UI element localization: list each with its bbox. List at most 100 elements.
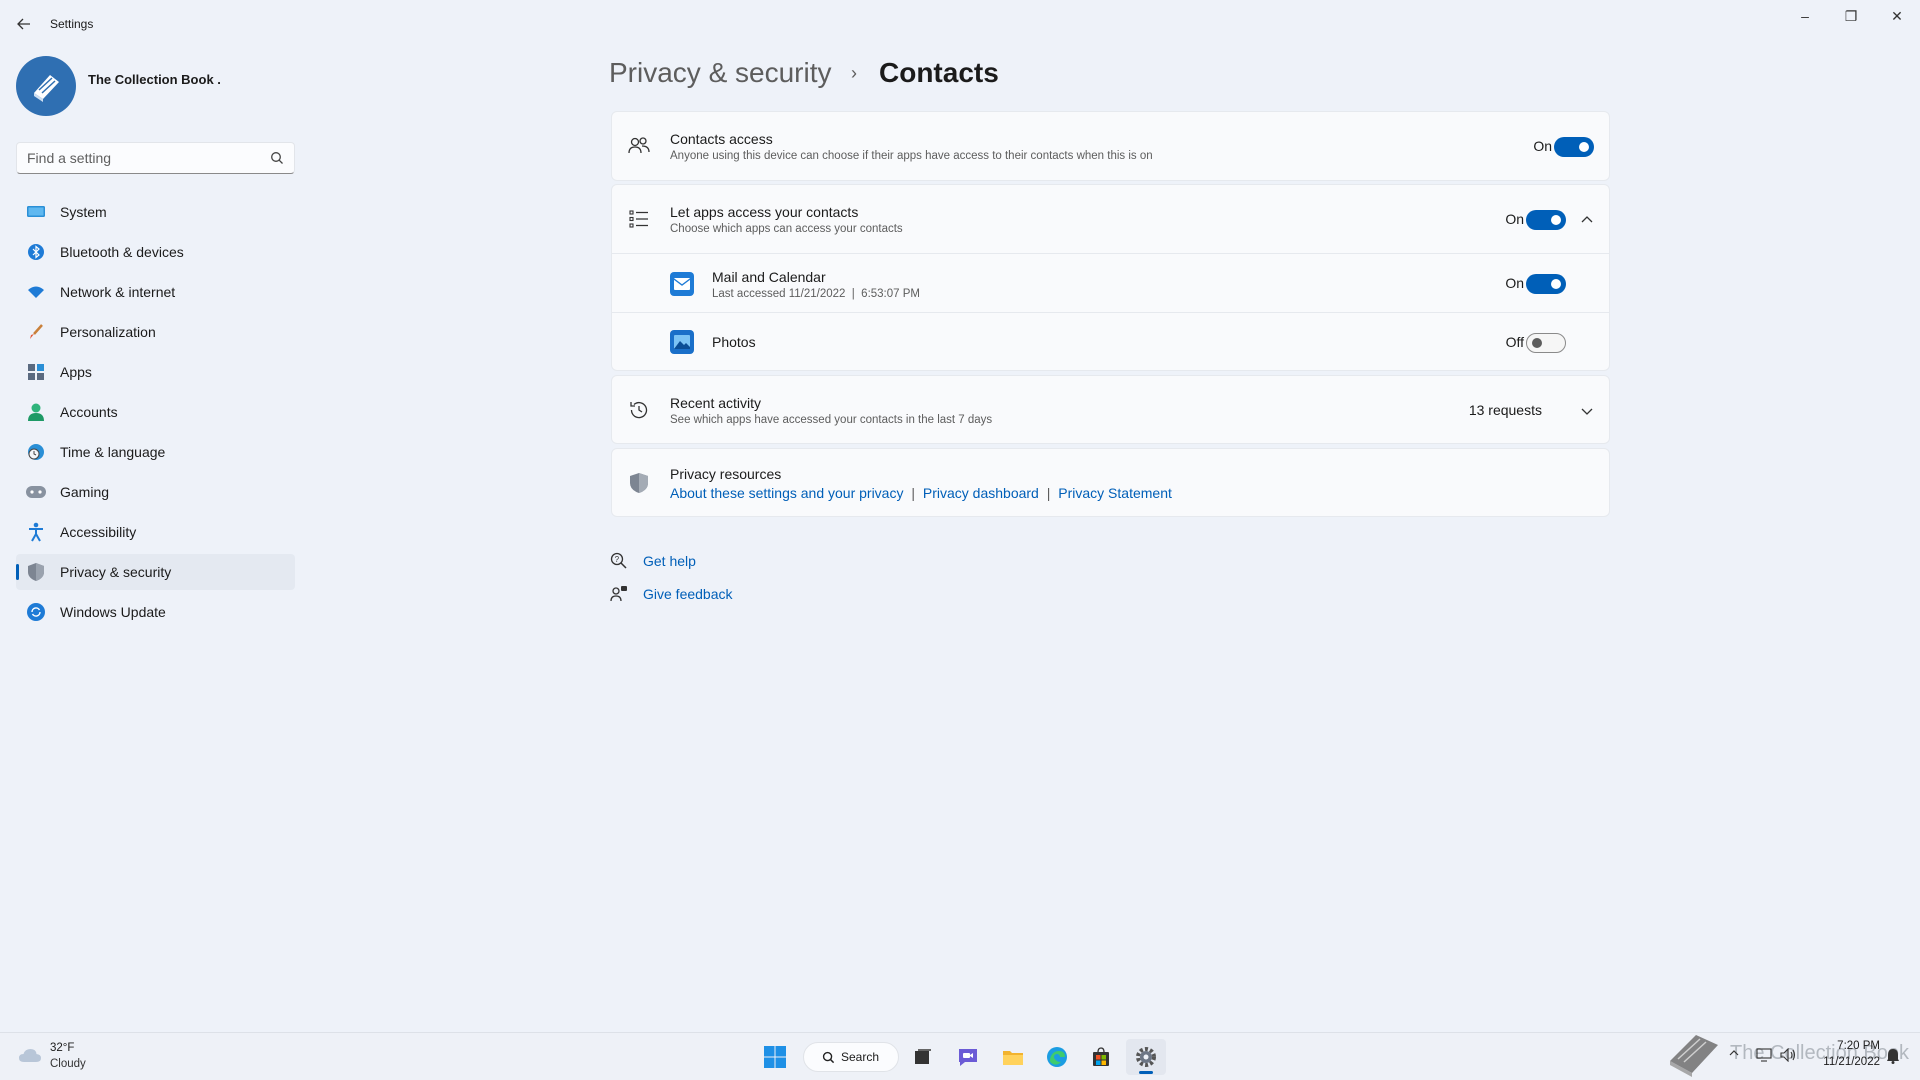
apps-access-state: On	[1505, 211, 1524, 227]
sidebar-item-system[interactable]: System	[16, 194, 295, 230]
sidebar-item-label: Bluetooth & devices	[60, 244, 184, 260]
sidebar-nav: System Bluetooth & devices Network & int…	[16, 194, 295, 634]
contacts-access-state: On	[1533, 138, 1552, 154]
start-button[interactable]	[755, 1039, 795, 1075]
recent-activity-card[interactable]: Recent activity See which apps have acce…	[611, 375, 1610, 444]
sidebar-item-windows-update[interactable]: Windows Update	[16, 594, 295, 630]
sidebar-item-label: Gaming	[60, 484, 110, 500]
get-help-link[interactable]: ? Get help	[609, 550, 696, 572]
folder-icon	[1003, 1051, 1023, 1065]
volume-icon[interactable]	[1780, 1048, 1798, 1062]
search-icon	[822, 1051, 835, 1063]
recent-activity-subtitle: See which apps have accessed your contac…	[670, 414, 993, 426]
weather-condition[interactable]: Cloudy	[50, 1058, 86, 1070]
svg-text:?: ?	[615, 555, 620, 564]
back-arrow-icon[interactable]	[12, 12, 36, 36]
clock-date[interactable]: 11/21/2022	[1810, 1056, 1880, 1068]
chat-button[interactable]	[948, 1039, 988, 1075]
people-icon	[628, 135, 650, 157]
divider	[612, 312, 1609, 313]
profile-name: The Collection Book .	[88, 72, 221, 87]
sidebar-item-accounts[interactable]: Accounts	[16, 394, 295, 430]
privacy-statement-link[interactable]: Privacy Statement	[1058, 485, 1172, 501]
chevron-right-icon: ›	[851, 63, 857, 83]
windows-logo-icon	[764, 1046, 786, 1068]
sidebar-item-personalization[interactable]: Personalization	[16, 314, 295, 350]
edge-button[interactable]	[1037, 1039, 1077, 1075]
sidebar-item-label: Windows Update	[60, 604, 166, 620]
recent-activity-count: 13 requests	[1468, 402, 1542, 418]
app-state-mail: On	[1505, 275, 1524, 291]
privacy-dashboard-link[interactable]: Privacy dashboard	[923, 485, 1039, 501]
sidebar-item-accessibility[interactable]: Accessibility	[16, 514, 295, 550]
notification-bell-icon[interactable]	[1886, 1048, 1900, 1064]
chevron-down-icon[interactable]	[1579, 403, 1595, 419]
app-state-photos: Off	[1505, 334, 1524, 350]
store-button[interactable]	[1081, 1039, 1121, 1075]
window-title: Settings	[50, 17, 94, 31]
accessibility-icon	[26, 522, 46, 542]
contacts-access-subtitle: Anyone using this device can choose if t…	[670, 150, 1153, 162]
person-icon	[26, 402, 46, 422]
photos-toggle[interactable]	[1526, 333, 1566, 353]
cloud-icon[interactable]	[18, 1047, 42, 1063]
task-view-button[interactable]	[903, 1039, 943, 1075]
chat-icon	[959, 1049, 977, 1066]
app-detail-mail: Last accessed 11/21/2022 | 6:53:07 PM	[712, 288, 920, 300]
file-explorer-button[interactable]	[993, 1039, 1033, 1075]
sidebar-item-label: System	[60, 204, 107, 220]
sidebar-item-bluetooth[interactable]: Bluetooth & devices	[16, 234, 295, 270]
globe-clock-icon	[26, 442, 46, 462]
help-icon: ?	[609, 551, 629, 571]
search-icon[interactable]	[270, 151, 284, 165]
apps-access-subtitle: Choose which apps can access your contac…	[670, 223, 903, 235]
contacts-access-toggle[interactable]	[1554, 137, 1594, 157]
restore-button[interactable]: ❐	[1828, 0, 1874, 32]
gear-icon	[1136, 1047, 1156, 1067]
system-icon	[26, 202, 46, 222]
privacy-resources-title: Privacy resources	[670, 466, 782, 482]
weather-temperature[interactable]: 32°F	[50, 1042, 74, 1054]
mail-calendar-toggle[interactable]	[1526, 274, 1566, 294]
page-title: Contacts	[879, 57, 999, 88]
apps-access-card: Let apps access your contacts Choose whi…	[611, 184, 1610, 371]
photos-icon	[670, 330, 694, 354]
settings-taskbar-button[interactable]	[1126, 1039, 1166, 1075]
divider	[612, 253, 1609, 254]
sidebar-item-network[interactable]: Network & internet	[16, 274, 295, 310]
chevron-up-icon[interactable]	[1728, 1048, 1740, 1058]
sidebar-item-privacy-security[interactable]: Privacy & security	[16, 554, 295, 590]
history-icon	[628, 399, 650, 421]
apps-access-toggle[interactable]	[1526, 210, 1566, 230]
update-icon	[26, 602, 46, 622]
title-bar: Settings – ❐ ✕	[0, 0, 1920, 48]
close-button[interactable]: ✕	[1874, 0, 1920, 32]
chevron-up-icon[interactable]	[1579, 212, 1595, 228]
clock-time[interactable]: 7:20 PM	[1830, 1040, 1880, 1052]
breadcrumb-parent[interactable]: Privacy & security	[609, 57, 832, 89]
taskbar: 32°F Cloudy Search	[0, 1032, 1920, 1080]
shield-icon	[26, 562, 46, 582]
sidebar-item-label: Apps	[60, 364, 92, 380]
sidebar-item-time-language[interactable]: Time & language	[16, 434, 295, 470]
sidebar-item-gaming[interactable]: Gaming	[16, 474, 295, 510]
app-name-mail: Mail and Calendar	[712, 269, 826, 285]
privacy-resources-card: Privacy resources About these settings a…	[611, 448, 1610, 517]
edge-browser-icon	[1047, 1047, 1067, 1067]
app-name-photos: Photos	[712, 334, 756, 350]
gamepad-icon	[26, 482, 46, 502]
about-settings-link[interactable]: About these settings and your privacy	[670, 485, 903, 501]
avatar[interactable]	[16, 56, 76, 116]
search-box[interactable]	[16, 142, 295, 174]
search-input[interactable]	[27, 150, 257, 166]
brush-icon	[26, 322, 46, 342]
shield-icon	[628, 472, 650, 494]
network-icon[interactable]	[1756, 1048, 1772, 1062]
give-feedback-link[interactable]: Give feedback	[609, 583, 733, 605]
minimize-button[interactable]: –	[1782, 0, 1828, 32]
watermark-book-icon	[1670, 1035, 1718, 1077]
taskbar-search[interactable]: Search	[803, 1042, 899, 1072]
sidebar-item-apps[interactable]: Apps	[16, 354, 295, 390]
sidebar-item-label: Network & internet	[60, 284, 176, 300]
list-icon	[628, 208, 650, 230]
